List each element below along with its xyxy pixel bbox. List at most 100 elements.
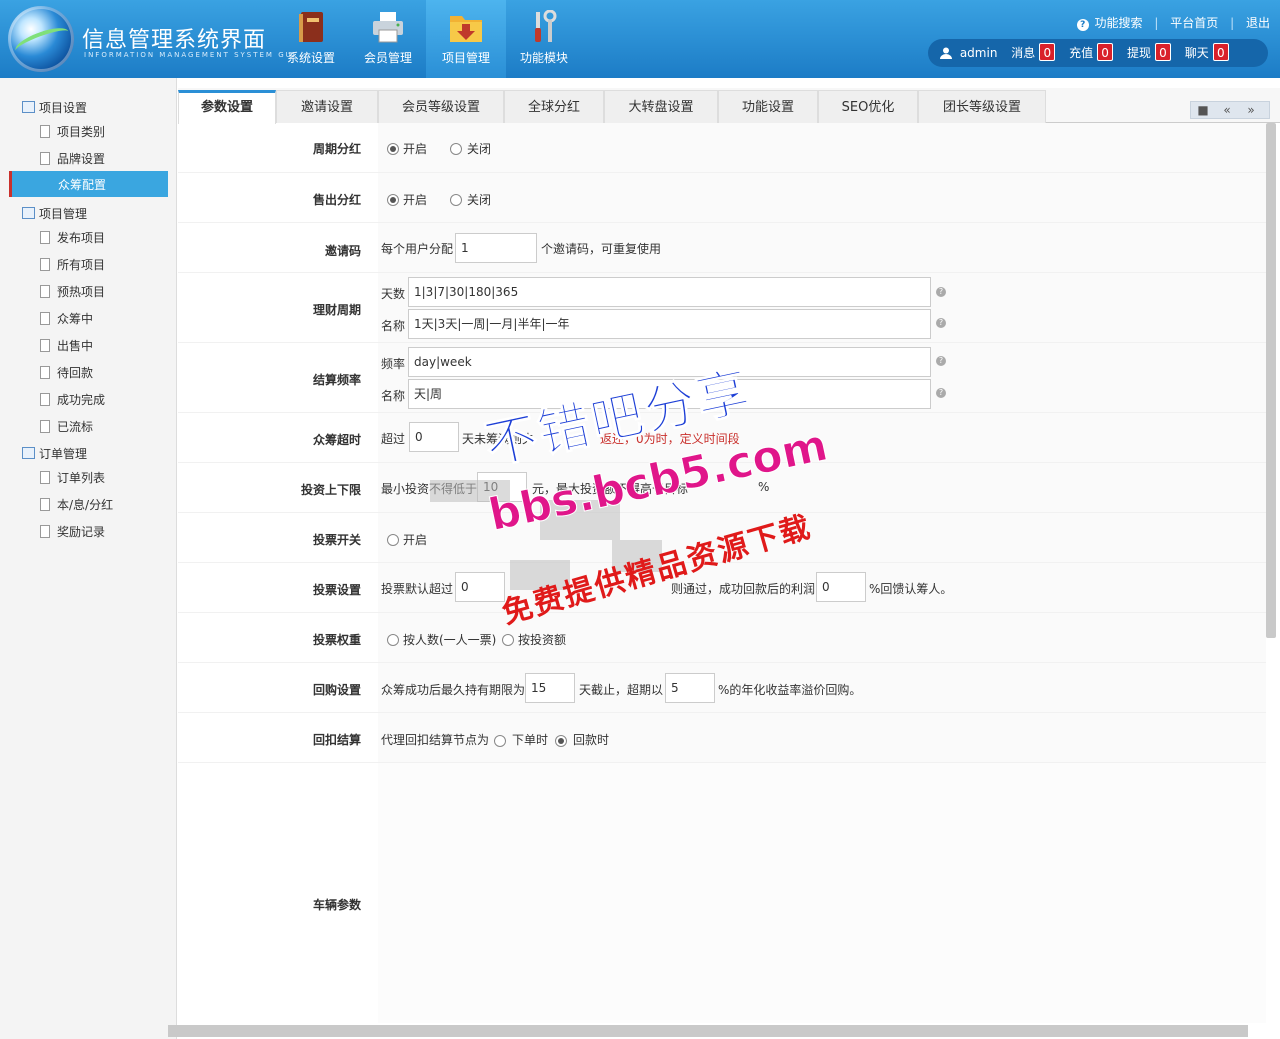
row-finance-period: 理财周期 天数 1|3|7|30|180|365 ? 名称 1天|3天|一周|一… [178,273,1266,343]
radio-label: 回款时 [573,733,610,747]
rebate-on-order-radio[interactable] [494,735,506,747]
document-icon [40,231,50,244]
username[interactable]: admin [960,46,998,60]
sidebar-item-label: 待回款 [57,366,94,380]
withdraw-badge[interactable]: 0 [1154,43,1171,61]
sidebar-item-principal-interest[interactable]: 本/息/分红 [40,496,113,513]
divider: | [1154,16,1159,30]
app-subtitle: INFORMATION MANAGEMENT SYSTEM GUI [84,51,297,59]
sidebar-item-project-category[interactable]: 项目类别 [40,123,105,140]
tab-leader-level-settings[interactable]: 团长等级设置 [918,90,1046,123]
recharge-label[interactable]: 充值 [1069,46,1093,60]
field-label: 周期分红 [312,142,361,156]
periodic-dividend-off-radio[interactable] [450,143,462,155]
platform-home-link[interactable]: 平台首页 [1170,16,1218,30]
sidebar-item-crowdfunding[interactable]: 众筹中 [40,310,93,327]
sidebar-item-brand-settings[interactable]: 品牌设置 [40,150,105,167]
sidebar-item-completed[interactable]: 成功完成 [40,391,105,408]
sidebar-item-label: 预热项目 [57,285,106,299]
sidebar-group-order-management[interactable]: 订单管理 [22,445,87,462]
sidebar-item-label: 众筹配置 [58,178,107,192]
horizontal-scrollbar[interactable] [168,1025,1248,1037]
vote-on-radio[interactable] [387,534,399,546]
buyback-rate-input[interactable]: 5 [665,673,715,703]
nav-project-management[interactable]: 项目管理 [426,0,506,78]
help-icon[interactable]: ? [936,287,946,297]
document-icon [40,152,50,165]
nav-function-module[interactable]: 功能模块 [504,0,584,78]
vote-prefix: 投票默认超过 [381,582,454,596]
buyback-suffix: %的年化收益率溢价回购。 [718,683,862,697]
help-icon[interactable]: ? [936,318,946,328]
field-label: 理财周期 [312,303,361,317]
logout-link[interactable]: 退出 [1246,16,1270,30]
sidebar-item-reward-records[interactable]: 奖励记录 [40,523,105,540]
list-icon [22,101,35,113]
tab-parameter-settings[interactable]: 参数设置 [178,90,276,124]
sidebar-group-project-management[interactable]: 项目管理 [22,205,87,222]
tab-wheel-settings[interactable]: 大转盘设置 [604,90,718,123]
field-label: 车辆参数 [312,898,361,912]
sidebar-item-label: 本/息/分红 [57,498,114,512]
help-icon[interactable]: ? [936,388,946,398]
help-icon[interactable]: ? [936,356,946,366]
app-header: 信息管理系统界面 INFORMATION MANAGEMENT SYSTEM G… [0,0,1280,78]
sale-dividend-off-radio[interactable] [450,194,462,206]
radio-label: 开启 [403,142,428,156]
sidebar-group-label: 项目设置 [39,101,88,115]
tab-seo[interactable]: SEO优化 [818,90,918,123]
messages-badge[interactable]: 0 [1039,43,1056,61]
buyback-days-input[interactable]: 15 [525,673,575,703]
radio-label: 开启 [403,193,428,207]
sidebar-item-order-list[interactable]: 订单列表 [40,469,105,486]
nav-system-settings[interactable]: 系统设置 [271,0,351,78]
invite-count-input[interactable]: 1 [455,233,537,263]
vote-feedback-input[interactable]: 0 [816,572,866,602]
sidebar-item-publish-project[interactable]: 发布项目 [40,229,105,246]
sidebar-item-label: 项目类别 [57,125,106,139]
finance-days-input[interactable]: 1|3|7|30|180|365 [408,277,931,307]
scroll-left-icon[interactable]: « [1215,102,1239,118]
field-label: 回扣结算 [312,733,361,747]
list-icon [22,207,35,219]
tab-invite-settings[interactable]: 邀请设置 [276,90,378,123]
sidebar-item-preheat-projects[interactable]: 预热项目 [40,283,105,300]
vehicle-params-area[interactable] [378,763,1266,1023]
document-icon [40,285,50,298]
sidebar-item-pending-repayment[interactable]: 待回款 [40,364,93,381]
recharge-badge[interactable]: 0 [1097,43,1114,61]
rebate-on-repayment-radio[interactable] [555,735,567,747]
vertical-scrollbar[interactable] [1266,123,1276,638]
vote-by-amount-radio[interactable] [502,634,514,646]
timeout-days-input[interactable]: 0 [409,422,459,452]
function-search-link[interactable]: 功能搜索 [1095,16,1143,30]
printer-icon [373,12,403,43]
tab-member-level-settings[interactable]: 会员等级设置 [378,90,504,123]
nav-member-management[interactable]: 会员管理 [348,0,428,78]
vote-by-people-radio[interactable] [387,634,399,646]
sidebar-item-failed[interactable]: 已流标 [40,418,93,435]
messages-label[interactable]: 消息 [1011,46,1035,60]
sidebar-item-all-projects[interactable]: 所有项目 [40,256,105,273]
field-label: 投票权重 [312,633,361,647]
chat-badge[interactable]: 0 [1212,43,1229,61]
buyback-mid: 天截止，超期以 [579,683,664,697]
sidebar-item-label: 品牌设置 [57,152,106,166]
scroll-right-icon[interactable]: » [1239,102,1263,118]
sidebar-item-crowdfunding-config[interactable]: 众筹配置 [9,171,168,197]
sidebar-item-label: 出售中 [57,339,94,353]
finance-names-input[interactable]: 1天|3天|一周|一月|半年|一年 [408,309,931,339]
question-icon: ? [1076,19,1089,31]
chat-label[interactable]: 聊天 [1185,46,1209,60]
withdraw-label[interactable]: 提现 [1127,46,1151,60]
periodic-dividend-on-radio[interactable] [387,143,399,155]
tab-function-settings[interactable]: 功能设置 [718,90,818,123]
field-label: 投票设置 [312,583,361,597]
sidebar-item-on-sale[interactable]: 出售中 [40,337,93,354]
row-rebate-settlement: 回扣结算 代理回扣结算节点为 下单时 回款时 [178,713,1266,763]
sidebar-group-project-settings[interactable]: 项目设置 [22,99,87,116]
row-vote-weight: 投票权重 按人数(一人一票) 按投资额 [178,613,1266,663]
sale-dividend-on-radio[interactable] [387,194,399,206]
stop-icon[interactable]: ■ [1191,102,1215,118]
tab-global-dividend[interactable]: 全球分红 [504,90,604,123]
